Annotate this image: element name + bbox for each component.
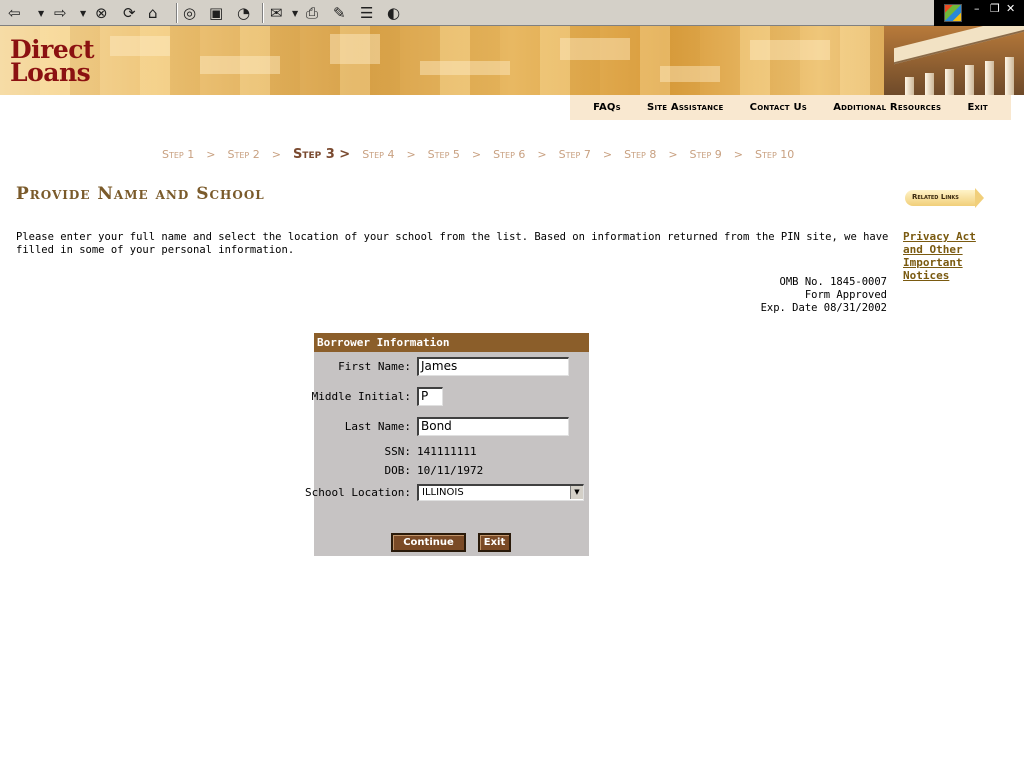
first-name-label: First Name: <box>338 360 411 373</box>
form-header: Borrower Information <box>314 333 589 352</box>
site-banner: Direct Loans <box>0 26 1024 95</box>
step-2: Step 2 <box>227 147 260 161</box>
continue-button[interactable]: Continue <box>391 533 466 552</box>
related-links-label: Related Links <box>912 193 959 201</box>
forward-arrow-icon[interactable]: ⇨ <box>54 3 67 23</box>
mail-icon[interactable]: ✉ <box>270 3 283 23</box>
logo-line-2: Loans <box>10 58 91 87</box>
step-separator: > <box>206 147 216 161</box>
step-separator: > <box>668 147 678 161</box>
related-links-badge: Related Links <box>905 188 984 208</box>
omb-info: OMB No. 1845-0007 Form Approved Exp. Dat… <box>700 276 887 315</box>
arrow-right-icon <box>975 188 984 208</box>
school-location-select[interactable]: ILLINOIS ▼ <box>417 484 584 501</box>
nav-additional-resources[interactable]: Additional Resources <box>833 102 941 113</box>
exit-button[interactable]: Exit <box>478 533 511 552</box>
windows-logo-icon <box>944 4 962 22</box>
nav-contact-us[interactable]: Contact Us <box>750 102 807 113</box>
mail-dropdown-icon[interactable]: ▼ <box>292 3 298 23</box>
ssn-label: SSN: <box>384 445 412 458</box>
forward-dropdown-icon[interactable]: ▼ <box>80 3 86 23</box>
discuss-icon[interactable]: ☰ <box>360 3 373 23</box>
step-8: Step 8 <box>624 147 657 161</box>
back-dropdown-icon[interactable]: ▼ <box>38 3 44 23</box>
step-3-current: Step 3 > <box>292 146 351 162</box>
step-separator: > <box>602 147 613 161</box>
step-4: Step 4 <box>362 147 395 161</box>
print-icon[interactable]: ⎙ <box>306 3 318 23</box>
step-9: Step 9 <box>689 147 722 161</box>
search-icon[interactable]: ◎ <box>183 3 196 23</box>
minimize-icon[interactable]: – <box>974 2 980 15</box>
chevron-down-icon[interactable]: ▼ <box>570 486 583 499</box>
nav-exit[interactable]: Exit <box>967 102 987 113</box>
form-approved: Form Approved <box>804 289 887 301</box>
middle-initial-field[interactable]: P <box>417 387 443 406</box>
favorites-icon[interactable]: ▣ <box>209 3 223 23</box>
middle-initial-label: Middle Initial: <box>311 390 411 403</box>
last-name-label: Last Name: <box>344 420 411 433</box>
dob-value: 10/11/1972 <box>417 464 484 477</box>
privacy-act-link[interactable]: Privacy Act and Other Important Notices <box>903 230 993 282</box>
exp-date: Exp. Date 08/31/2002 <box>760 302 887 314</box>
step-progress: Step 1 > Step 2 > Step 3 > Step 4 > Step 5 >… <box>162 146 862 162</box>
step-separator: > <box>406 147 416 161</box>
step-6: Step 6 <box>493 147 526 161</box>
omb-number: OMB No. 1845-0007 <box>779 276 887 288</box>
dob-label: DOB: <box>384 464 412 477</box>
school-location-value: ILLINOIS <box>422 487 464 498</box>
restore-icon[interactable]: ❐ <box>990 2 1000 15</box>
step-separator: > <box>537 147 547 161</box>
nav-faqs[interactable]: FAQs <box>593 102 621 113</box>
nav-site-assistance[interactable]: Site Assistance <box>647 102 723 113</box>
step-5: Step 5 <box>427 147 460 161</box>
back-arrow-icon[interactable]: ⇦ <box>8 3 21 23</box>
top-nav: FAQs Site Assistance Contact Us Addition… <box>570 95 1011 120</box>
stop-icon[interactable]: ⊗ <box>95 3 108 23</box>
step-1: Step 1 <box>162 147 195 161</box>
ssn-value: 141111111 <box>417 445 477 458</box>
step-separator: > <box>271 147 281 161</box>
step-7: Step 7 <box>558 147 591 161</box>
toolbar-separator <box>176 3 178 23</box>
refresh-icon[interactable]: ⟳ <box>123 3 136 23</box>
building-pillars-image <box>884 26 1024 95</box>
borrower-form: Borrower Information First Name: James M… <box>305 333 589 556</box>
toolbar-separator <box>262 3 264 23</box>
school-location-label: School Location: <box>305 486 411 499</box>
step-10: Step 10 <box>755 147 795 161</box>
browser-toolbar: ⇦ ▼ ⇨ ▼ ⊗ ⟳ ⌂ ◎ ▣ ◔ ✉ ▼ ⎙ ✎ ☰ ◐ <box>0 0 934 26</box>
intro-text: Please enter your full name and select t… <box>16 231 889 256</box>
first-name-field[interactable]: James <box>417 357 569 376</box>
close-icon[interactable]: ✕ <box>1006 2 1015 15</box>
window-controls: – ❐ ✕ <box>934 0 1024 26</box>
page-title: Provide Name and School <box>16 184 265 204</box>
edit-icon[interactable]: ✎ <box>333 3 346 23</box>
history-icon[interactable]: ◔ <box>237 3 250 23</box>
home-icon[interactable]: ⌂ <box>148 3 158 23</box>
messenger-icon[interactable]: ◐ <box>387 3 400 23</box>
last-name-field[interactable]: Bond <box>417 417 569 436</box>
step-separator: > <box>733 147 744 161</box>
step-separator: > <box>471 147 482 161</box>
direct-loans-logo[interactable]: Direct Loans <box>10 37 106 87</box>
